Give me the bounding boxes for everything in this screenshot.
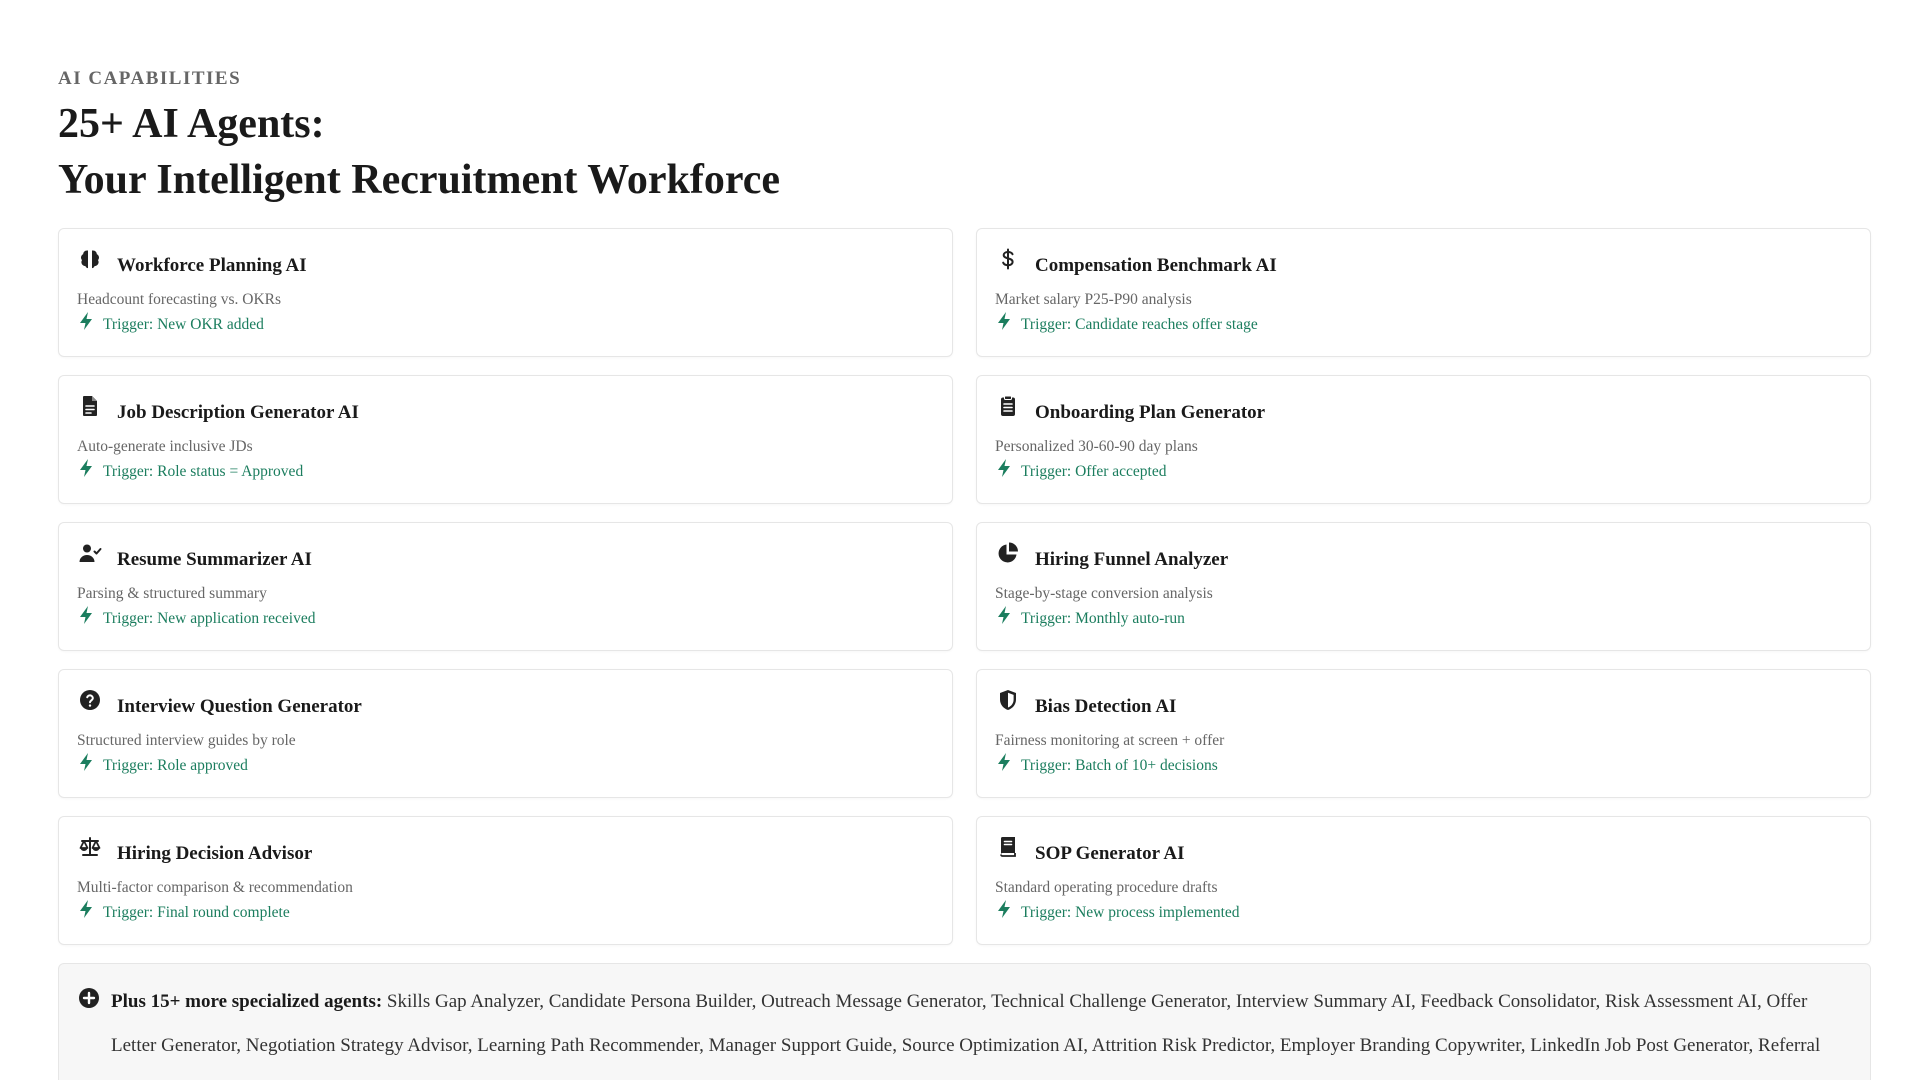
lightning-bolt-icon — [80, 900, 92, 918]
agent-trigger: Trigger: New process implemented — [995, 900, 1852, 922]
agent-trigger: Trigger: Batch of 10+ decisions — [995, 753, 1852, 775]
agents-grid: Workforce Planning AI Headcount forecasti… — [58, 228, 1871, 945]
agent-card: Bias Detection AI Fairness monitoring at … — [976, 669, 1871, 798]
agent-title: SOP Generator AI — [1035, 843, 1185, 864]
agent-card: SOP Generator AI Standard operating proce… — [976, 816, 1871, 945]
lightning-bolt-icon — [998, 459, 1010, 477]
agent-trigger: Trigger: Monthly auto-run — [995, 606, 1852, 628]
lightning-bolt-icon — [80, 312, 92, 330]
agent-description: Auto-generate inclusive JDs — [77, 438, 253, 455]
agent-trigger: Trigger: Role approved — [77, 753, 934, 775]
agent-card: Compensation Benchmark AI Market salary P… — [976, 228, 1871, 357]
dollar-icon — [995, 246, 1021, 272]
lightning-bolt-icon — [80, 459, 92, 477]
lightning-bolt-icon — [80, 606, 92, 624]
agent-trigger-text: Trigger: New OKR added — [103, 316, 264, 333]
agent-trigger: Trigger: New OKR added — [77, 312, 934, 334]
agent-card-header: Onboarding Plan Generator — [995, 394, 1852, 424]
agent-title: Interview Question Generator — [117, 696, 362, 717]
agent-trigger: Trigger: Candidate reaches offer stage — [995, 312, 1852, 334]
agent-title: Workforce Planning AI — [117, 255, 307, 276]
agent-card: Hiring Decision Advisor Multi-factor comp… — [58, 816, 953, 945]
agent-card-header: Compensation Benchmark AI — [995, 247, 1852, 277]
agent-card: Job Description Generator AI Auto-generat… — [58, 375, 953, 504]
scale-icon — [77, 834, 103, 860]
agent-card: Onboarding Plan Generator Personalized 30… — [976, 375, 1871, 504]
agent-card: Hiring Funnel Analyzer Stage-by-stage con… — [976, 522, 1871, 651]
agent-description: Standard operating procedure drafts — [995, 879, 1218, 896]
lightning-bolt-icon — [998, 606, 1010, 624]
clipboard-icon — [995, 393, 1021, 419]
agent-trigger-text: Trigger: Monthly auto-run — [1021, 610, 1185, 627]
lightning-bolt-icon — [998, 312, 1010, 330]
agent-card-header: Bias Detection AI — [995, 688, 1852, 718]
agent-title: Onboarding Plan Generator — [1035, 402, 1266, 423]
book-icon — [995, 834, 1021, 860]
agent-trigger: Trigger: Final round complete — [77, 900, 934, 922]
agent-description: Personalized 30-60-90 day plans — [995, 438, 1198, 455]
brain-icon — [77, 246, 103, 272]
agent-trigger-text: Trigger: Candidate reaches offer stage — [1021, 316, 1258, 333]
question-icon — [77, 687, 103, 713]
page: AI CAPABILITIES 25+ AI Agents: Your Inte… — [0, 0, 1920, 1080]
agent-description: Headcount forecasting vs. OKRs — [77, 291, 282, 308]
agent-description: Parsing & structured summary — [77, 585, 267, 602]
agent-trigger: Trigger: Role status = Approved — [77, 459, 934, 481]
plus-circle-icon — [79, 988, 99, 1008]
agent-card-header: Hiring Decision Advisor — [77, 835, 934, 865]
agent-card-header: Interview Question Generator — [77, 688, 934, 718]
agent-trigger: Trigger: Offer accepted — [995, 459, 1852, 481]
agent-title: Bias Detection AI — [1035, 696, 1177, 717]
agent-card: Workforce Planning AI Headcount forecasti… — [58, 228, 953, 357]
agent-trigger-text: Trigger: Role approved — [103, 757, 248, 774]
user-check-icon — [77, 540, 103, 566]
more-agents-panel: Plus 15+ more specialized agents: Skills… — [58, 963, 1871, 1080]
agent-trigger-text: Trigger: New application received — [103, 610, 316, 627]
agent-description: Multi-factor comparison & recommendation — [77, 879, 353, 896]
document-icon — [77, 393, 103, 419]
agent-description: Structured interview guides by role — [77, 732, 296, 749]
agent-card-header: Hiring Funnel Analyzer — [995, 541, 1852, 571]
page-title: 25+ AI Agents: Your Intelligent Recruitm… — [58, 96, 780, 208]
agent-description: Stage-by-stage conversion analysis — [995, 585, 1213, 602]
agent-trigger-text: Trigger: Role status = Approved — [103, 463, 304, 480]
agent-card: Interview Question Generator Structured i… — [58, 669, 953, 798]
agent-trigger-text: Trigger: Batch of 10+ decisions — [1021, 757, 1218, 774]
agent-trigger: Trigger: New application received — [77, 606, 934, 628]
page-title-line-1: 25+ AI Agents: — [58, 101, 325, 147]
agent-trigger-text: Trigger: Final round complete — [103, 904, 290, 921]
agent-card-header: Job Description Generator AI — [77, 394, 934, 424]
agent-title: Resume Summarizer AI — [117, 549, 312, 570]
agent-trigger-text: Trigger: Offer accepted — [1021, 463, 1167, 480]
lightning-bolt-icon — [80, 753, 92, 771]
agent-card-header: SOP Generator AI — [995, 835, 1852, 865]
agent-card: Resume Summarizer AI Parsing & structured… — [58, 522, 953, 651]
more-agents-label: Plus 15+ more specialized agents: — [111, 991, 383, 1012]
page-title-line-2: Your Intelligent Recruitment Workforce — [58, 157, 781, 203]
agent-card-header: Workforce Planning AI — [77, 247, 934, 277]
agent-title: Compensation Benchmark AI — [1035, 255, 1277, 276]
lightning-bolt-icon — [998, 753, 1010, 771]
agent-trigger-text: Trigger: New process implemented — [1021, 904, 1240, 921]
agent-title: Job Description Generator AI — [117, 402, 359, 423]
agent-description: Market salary P25-P90 analysis — [995, 291, 1192, 308]
agent-description: Fairness monitoring at screen + offer — [995, 732, 1225, 749]
pie-chart-icon — [995, 540, 1021, 566]
agent-card-header: Resume Summarizer AI — [77, 541, 934, 571]
section-eyebrow: AI CAPABILITIES — [58, 68, 242, 89]
shield-icon — [995, 687, 1021, 713]
lightning-bolt-icon — [998, 900, 1010, 918]
agent-title: Hiring Decision Advisor — [117, 843, 313, 864]
agent-title: Hiring Funnel Analyzer — [1035, 549, 1229, 570]
